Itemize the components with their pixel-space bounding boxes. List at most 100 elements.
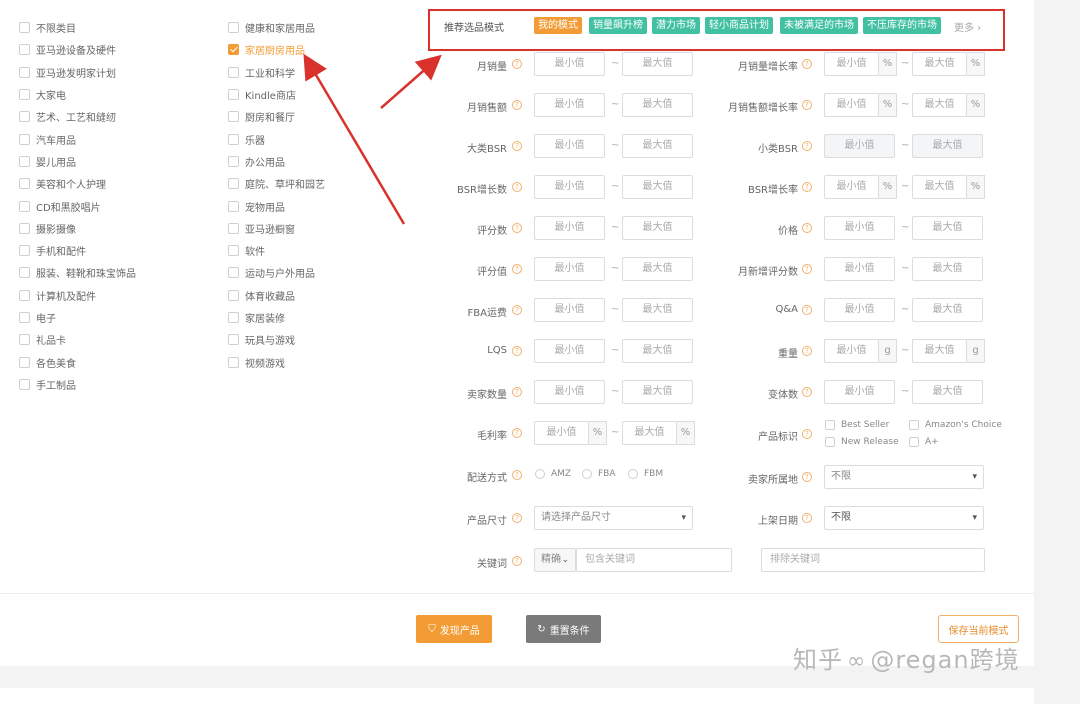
- min-input[interactable]: 最小值: [824, 93, 879, 117]
- category-item[interactable]: 婴儿用品: [19, 154, 76, 169]
- category-item[interactable]: 手工制品: [19, 377, 76, 392]
- max-input[interactable]: 最大值: [622, 380, 693, 404]
- include-keyword-input[interactable]: 包含关键词: [576, 548, 732, 572]
- help-icon[interactable]: ?: [512, 141, 522, 151]
- mode-pill-sales-surge[interactable]: 销量飙升榜: [589, 17, 647, 34]
- max-input[interactable]: 最大值: [912, 175, 967, 199]
- min-input[interactable]: 最小值: [824, 175, 879, 199]
- min-input[interactable]: 最小值: [534, 52, 605, 76]
- max-input[interactable]: 最大值: [912, 216, 983, 240]
- category-item[interactable]: 体育收藏品: [228, 288, 295, 303]
- mode-pill-unmet[interactable]: 未被满足的市场: [780, 17, 858, 34]
- min-input[interactable]: 最小值: [534, 339, 605, 363]
- min-input[interactable]: 最小值: [824, 216, 895, 240]
- tag-new-release[interactable]: New Release: [825, 437, 899, 447]
- help-icon[interactable]: ?: [512, 428, 522, 438]
- reset-button[interactable]: ↻ 重置条件: [526, 615, 601, 643]
- max-input[interactable]: 最大值: [622, 216, 693, 240]
- launch-date-select[interactable]: 不限 ▾: [824, 506, 984, 530]
- checkbox[interactable]: [228, 356, 239, 368]
- help-icon[interactable]: ?: [802, 346, 812, 356]
- checkbox[interactable]: [19, 266, 30, 278]
- max-input[interactable]: 最大值: [622, 339, 693, 363]
- max-input[interactable]: 最大值: [622, 257, 693, 281]
- checkbox[interactable]: [228, 289, 239, 301]
- find-products-button[interactable]: ⛉ 发现产品: [416, 615, 492, 643]
- max-input[interactable]: 最大值: [622, 298, 693, 322]
- max-input[interactable]: 最大值: [912, 298, 983, 322]
- max-input[interactable]: 最大值: [622, 93, 693, 117]
- checkbox[interactable]: [228, 21, 239, 33]
- help-icon[interactable]: ?: [512, 556, 522, 566]
- checkbox[interactable]: [228, 110, 239, 122]
- max-input[interactable]: 最大值: [622, 52, 693, 76]
- checkbox[interactable]: [19, 289, 30, 301]
- category-item[interactable]: 家居装修: [228, 310, 285, 325]
- category-item[interactable]: 手机和配件: [19, 243, 86, 258]
- category-item[interactable]: 亚马逊发明家计划: [19, 65, 116, 80]
- checkbox[interactable]: [19, 110, 30, 122]
- min-input[interactable]: 最小值: [534, 93, 605, 117]
- checkbox[interactable]: [19, 311, 30, 323]
- help-icon[interactable]: ?: [512, 264, 522, 274]
- min-input[interactable]: 最小值: [534, 380, 605, 404]
- checkbox[interactable]: [19, 43, 30, 55]
- checkbox[interactable]: [19, 133, 30, 145]
- category-item[interactable]: 视频游戏: [228, 355, 285, 370]
- category-item[interactable]: 各色美食: [19, 355, 76, 370]
- ship-fbm[interactable]: FBM: [628, 469, 663, 479]
- checkbox[interactable]: [19, 200, 30, 212]
- min-input[interactable]: 最小值: [824, 257, 895, 281]
- help-icon[interactable]: ?: [802, 59, 812, 69]
- help-icon[interactable]: ?: [512, 100, 522, 110]
- category-item[interactable]: 厨房和餐厅: [228, 109, 295, 124]
- checkbox-checked[interactable]: [228, 43, 239, 55]
- max-input[interactable]: 最大值: [622, 134, 693, 158]
- ship-fba[interactable]: FBA: [582, 469, 616, 479]
- min-input[interactable]: 最小值: [534, 175, 605, 199]
- category-item[interactable]: 礼品卡: [19, 332, 66, 347]
- category-item[interactable]: Kindle商店: [228, 87, 296, 102]
- checkbox[interactable]: [228, 311, 239, 323]
- min-input[interactable]: 最小值: [534, 298, 605, 322]
- max-input[interactable]: 最大值: [912, 257, 983, 281]
- checkbox[interactable]: [19, 155, 30, 167]
- max-input[interactable]: 最大值: [622, 421, 677, 445]
- help-icon[interactable]: ?: [802, 100, 812, 110]
- size-select[interactable]: 请选择产品尺寸 ▾: [534, 506, 693, 530]
- help-icon[interactable]: ?: [802, 223, 812, 233]
- checkbox[interactable]: [228, 88, 239, 100]
- category-item[interactable]: 软件: [228, 243, 265, 258]
- help-icon[interactable]: ?: [512, 223, 522, 233]
- checkbox[interactable]: [228, 222, 239, 234]
- checkbox[interactable]: [228, 155, 239, 167]
- max-input[interactable]: 最大值: [912, 134, 983, 158]
- min-input[interactable]: 最小值: [824, 339, 879, 363]
- category-item[interactable]: 亚马逊橱窗: [228, 221, 295, 236]
- help-icon[interactable]: ?: [512, 182, 522, 192]
- category-item[interactable]: 艺术、工艺和缝纫: [19, 109, 116, 124]
- checkbox[interactable]: [19, 378, 30, 390]
- help-icon[interactable]: ?: [802, 429, 812, 439]
- checkbox[interactable]: [19, 21, 30, 33]
- tag-best-seller[interactable]: Best Seller: [825, 420, 889, 430]
- category-item-selected[interactable]: 家居厨房用品: [228, 42, 305, 57]
- help-icon[interactable]: ?: [512, 305, 522, 315]
- category-item[interactable]: 不限类目: [19, 20, 76, 35]
- ship-amz[interactable]: AMZ: [535, 469, 571, 479]
- help-icon[interactable]: ?: [802, 387, 812, 397]
- max-input[interactable]: 最大值: [912, 93, 967, 117]
- help-icon[interactable]: ?: [802, 472, 812, 482]
- category-item[interactable]: 汽车用品: [19, 132, 76, 147]
- help-icon[interactable]: ?: [802, 141, 812, 151]
- keyword-match-select[interactable]: 精确 ⌄: [534, 548, 576, 572]
- category-item[interactable]: 电子: [19, 310, 56, 325]
- help-icon[interactable]: ?: [512, 346, 522, 356]
- checkbox[interactable]: [19, 88, 30, 100]
- mode-pill-small-light[interactable]: 轻小商品计划: [705, 17, 773, 34]
- max-input[interactable]: 最大值: [912, 339, 967, 363]
- checkbox[interactable]: [228, 244, 239, 256]
- checkbox[interactable]: [228, 133, 239, 145]
- checkbox[interactable]: [19, 333, 30, 345]
- min-input[interactable]: 最小值: [824, 52, 879, 76]
